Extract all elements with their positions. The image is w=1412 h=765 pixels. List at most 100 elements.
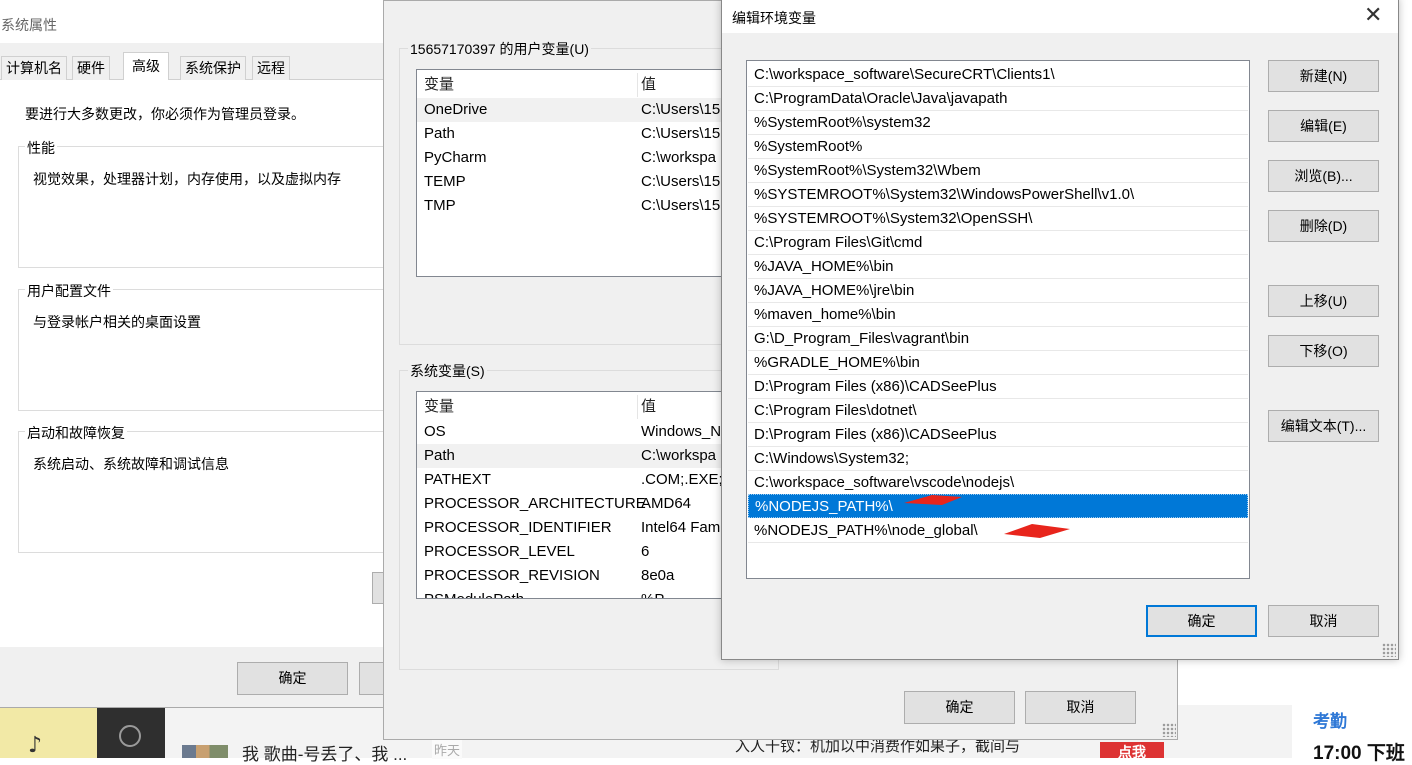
var-name: OS [424, 423, 446, 440]
list-item[interactable]: C:\Windows\System32; [748, 447, 1248, 471]
column-divider[interactable] [637, 395, 638, 419]
list-item[interactable]: D:\Program Files (x86)\CADSeePlus [748, 375, 1248, 399]
user-profiles-group [18, 289, 398, 411]
var-name: Path [424, 447, 455, 464]
var-name: PyCharm [424, 149, 487, 166]
column-header-value[interactable]: 值 [641, 395, 656, 419]
var-name: TEMP [424, 173, 466, 190]
table-row[interactable]: PROCESSOR_ARCHITECTURE AMD64 [417, 492, 755, 516]
list-item[interactable]: C:\workspace_software\vscode\nodejs\ [748, 471, 1248, 495]
list-header: 变量 值 [417, 73, 755, 97]
promo-badge[interactable]: 点我 [1100, 742, 1164, 758]
thumbnail-sketch: ♪ [0, 705, 97, 758]
system-variables-list[interactable]: 变量 值 OS Windows_N Path C:\workspa PATHEX… [416, 391, 756, 599]
user-profiles-label: 用户配置文件 [25, 281, 113, 301]
path-entries-list[interactable]: C:\workspace_software\SecureCRT\Clients1… [746, 60, 1250, 579]
var-name: PATHEXT [424, 471, 491, 488]
column-header-variable[interactable]: 变量 [424, 73, 454, 97]
list-item[interactable]: %SYSTEMROOT%\System32\WindowsPowerShell\… [748, 183, 1248, 207]
chat-message-preview[interactable]: 我 歌曲-号丢了、我 ... [242, 740, 407, 765]
tab-remote[interactable]: 远程 [252, 56, 290, 80]
column-divider[interactable] [637, 73, 638, 97]
cancel-button[interactable]: 取消 [1025, 691, 1136, 724]
performance-desc: 视觉效果，处理器计划，内存使用，以及虚拟内存 [33, 171, 341, 187]
window-title: 系统属性 [1, 17, 57, 33]
link-icon [119, 725, 141, 747]
user-variables-list[interactable]: 变量 值 OneDrive C:\Users\15 Path C:\Users\… [416, 69, 756, 277]
list-item[interactable]: %maven_home%\bin [748, 303, 1248, 327]
list-item-selected[interactable]: %NODEJS_PATH%\ [748, 494, 1248, 518]
resize-grip[interactable] [1382, 643, 1396, 657]
title-bar[interactable]: 系统属性 [0, 0, 385, 43]
column-header-variable[interactable]: 变量 [424, 395, 454, 419]
close-icon[interactable]: ✕ [1364, 2, 1382, 28]
tab-system-protection[interactable]: 系统保护 [180, 56, 246, 80]
startup-recovery-group [18, 431, 398, 553]
tab-computer-name[interactable]: 计算机名 [1, 56, 67, 80]
delete-button[interactable]: 删除(D) [1268, 210, 1379, 242]
list-item[interactable]: %NODEJS_PATH%\node_global\ [748, 519, 1248, 543]
browse-button[interactable]: 浏览(B)... [1268, 160, 1379, 192]
attendance-time: 17:00 下班 [1313, 743, 1405, 764]
table-row[interactable]: TEMP C:\Users\15 [417, 170, 755, 194]
background-text-line1: 入人十钗：机加以中消费作如果子，截间与 [735, 738, 1021, 755]
user-variables-label: 15657170397 的用户变量(U) [408, 39, 591, 59]
move-up-button[interactable]: 上移(U) [1268, 285, 1379, 317]
resize-grip[interactable] [1162, 723, 1176, 737]
list-item[interactable]: C:\workspace_software\SecureCRT\Clients1… [748, 63, 1248, 87]
ok-button[interactable]: 确定 [237, 662, 348, 695]
var-name: OneDrive [424, 101, 488, 118]
edit-env-var-window: 编辑环境变量 ✕ C:\workspace_software\SecureCRT… [721, 0, 1399, 660]
list-item[interactable]: C:\Program Files\dotnet\ [748, 399, 1248, 423]
var-value: .COM;.EXE;. [641, 471, 727, 488]
list-item[interactable]: %SystemRoot%\system32 [748, 111, 1248, 135]
var-value: 8e0a [641, 567, 675, 584]
edit-text-button[interactable]: 编辑文本(T)... [1268, 410, 1379, 442]
table-row[interactable]: PROCESSOR_IDENTIFIER Intel64 Fam [417, 516, 755, 540]
table-row[interactable]: OneDrive C:\Users\15 [417, 98, 755, 122]
list-item[interactable]: C:\Program Files\Git\cmd [748, 231, 1248, 255]
var-value: C:\Users\15 [641, 101, 721, 118]
list-item[interactable]: %GRADLE_HOME%\bin [748, 351, 1248, 375]
list-item[interactable]: D:\Program Files (x86)\CADSeePlus [748, 423, 1248, 447]
table-row[interactable]: OS Windows_N [417, 420, 755, 444]
table-row[interactable]: PSModulePath %P... [417, 588, 755, 598]
list-item[interactable]: %SystemRoot%\System32\Wbem [748, 159, 1248, 183]
table-row[interactable]: PROCESSOR_LEVEL 6 [417, 540, 755, 564]
message-image-thumbs [182, 745, 228, 758]
annotation-arrow-2 [1004, 524, 1070, 538]
var-name: PROCESSOR_ARCHITECTURE [424, 495, 646, 512]
list-item[interactable]: %JAVA_HOME%\bin [748, 255, 1248, 279]
list-item[interactable]: G:\D_Program_Files\vagrant\bin [748, 327, 1248, 351]
table-row[interactable]: Path C:\Users\15 [417, 122, 755, 146]
var-value: C:\Users\15 [641, 197, 721, 214]
column-header-value[interactable]: 值 [641, 73, 656, 97]
list-item[interactable]: C:\ProgramData\Oracle\Java\javapath [748, 87, 1248, 111]
var-value: C:\Users\15 [641, 173, 721, 190]
new-button[interactable]: 新建(N) [1268, 60, 1379, 92]
var-value: Intel64 Fam [641, 519, 721, 536]
attendance-card[interactable]: 考勤 17:00 下班 [1292, 690, 1412, 764]
cancel-button[interactable]: 取消 [1268, 605, 1379, 637]
var-value: Windows_N [641, 423, 722, 440]
table-row[interactable]: PROCESSOR_REVISION 8e0a [417, 564, 755, 588]
list-item-empty[interactable] [748, 543, 1248, 567]
annotation-arrow-1 [904, 495, 962, 505]
edit-button[interactable]: 编辑(E) [1268, 110, 1379, 142]
move-down-button[interactable]: 下移(O) [1268, 335, 1379, 367]
table-row[interactable]: Path C:\workspa [417, 444, 755, 468]
table-row[interactable]: PATHEXT .COM;.EXE;. [417, 468, 755, 492]
var-value: %P... [641, 588, 675, 598]
list-item[interactable]: %SystemRoot% [748, 135, 1248, 159]
ok-button[interactable]: 确定 [1146, 605, 1257, 637]
tab-advanced[interactable]: 高级 [123, 52, 169, 80]
attendance-title: 考勤 [1313, 712, 1347, 731]
var-value: C:\workspa [641, 447, 717, 464]
title-bar[interactable]: 编辑环境变量 ✕ [722, 0, 1398, 33]
table-row[interactable]: TMP C:\Users\15 [417, 194, 755, 218]
list-item[interactable]: %SYSTEMROOT%\System32\OpenSSH\ [748, 207, 1248, 231]
list-item[interactable]: %JAVA_HOME%\jre\bin [748, 279, 1248, 303]
tab-hardware[interactable]: 硬件 [72, 56, 110, 80]
table-row[interactable]: PyCharm C:\workspa [417, 146, 755, 170]
ok-button[interactable]: 确定 [904, 691, 1015, 724]
